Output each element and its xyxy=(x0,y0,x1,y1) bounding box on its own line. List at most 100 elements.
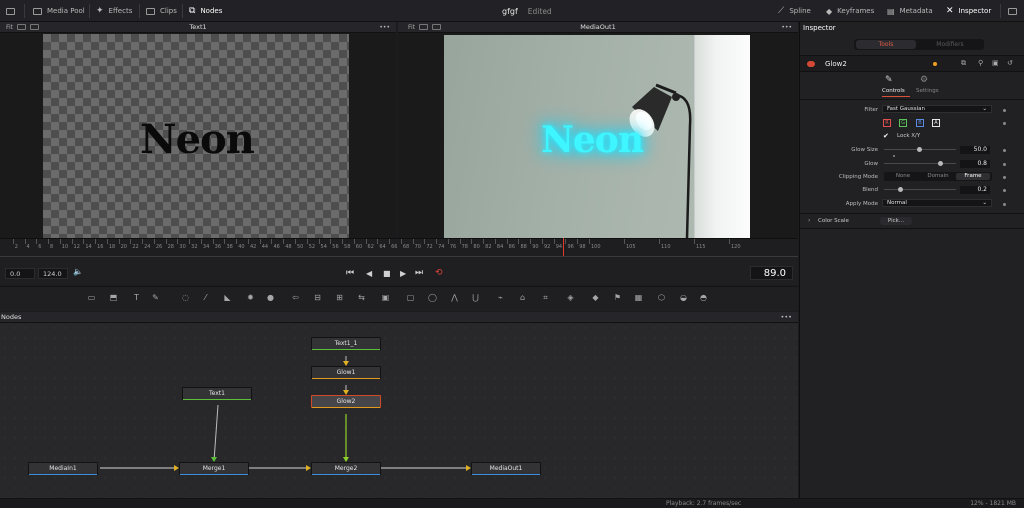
node-merge1[interactable]: Merge1 xyxy=(179,462,249,475)
keyframe-dot[interactable] xyxy=(1003,149,1006,152)
panel-toggle-button[interactable] xyxy=(6,0,15,22)
transform-icon[interactable]: ⇦ xyxy=(290,292,301,303)
resize-icon[interactable]: ⇆ xyxy=(356,292,367,303)
effects-button[interactable]: ✦ Effects xyxy=(96,0,132,22)
nodes-menu-icon[interactable]: ••• xyxy=(780,313,792,321)
clipping-frame-option[interactable]: Frame xyxy=(956,173,990,180)
color-scale-label[interactable]: Color Scale xyxy=(818,218,849,224)
clipping-domain-option[interactable]: Domain xyxy=(921,173,955,180)
polygon-mask-icon[interactable]: ⋀ xyxy=(449,292,460,303)
line-icon[interactable]: ⁄ xyxy=(200,292,211,303)
pick-button[interactable]: Pick... xyxy=(880,217,912,225)
node-text1[interactable]: Text1 xyxy=(182,387,252,400)
square-icon[interactable]: ▢ xyxy=(405,292,416,303)
crop-icon[interactable]: ⊞ xyxy=(334,292,345,303)
loop-icon[interactable]: ⟲ xyxy=(435,268,443,278)
fog-icon[interactable]: ◒ xyxy=(678,292,689,303)
image-icon[interactable]: ⬒ xyxy=(108,292,119,303)
lock-icon[interactable]: ▣ xyxy=(992,59,999,67)
current-frame-display[interactable]: 89.0 xyxy=(750,266,793,280)
end-frame-field[interactable]: 124.0 xyxy=(38,268,68,279)
left-viewer-fit-dropdown[interactable]: Fit xyxy=(6,24,13,31)
blend-value[interactable]: 0.2 xyxy=(960,186,990,194)
left-viewer-menu-icon[interactable]: ••• xyxy=(379,24,390,31)
pin-icon[interactable]: ⚲ xyxy=(978,59,983,67)
background-icon[interactable]: ▭ xyxy=(86,292,97,303)
keyframe-dot[interactable] xyxy=(1003,203,1006,206)
keyframe-dot[interactable] xyxy=(1003,122,1006,125)
grid-icon[interactable]: ⌗ xyxy=(540,292,551,303)
reset-icon[interactable]: ↺ xyxy=(1007,59,1013,67)
glow-knob[interactable] xyxy=(938,161,943,166)
spline-button[interactable]: ⟋ Spline xyxy=(778,0,811,22)
subtab-settings[interactable]: Settings xyxy=(916,88,939,94)
glow-slider[interactable] xyxy=(884,163,956,164)
viewer-option-icon[interactable] xyxy=(30,24,40,30)
node-glow2[interactable]: Glow2 xyxy=(311,395,381,408)
bitmap-icon[interactable]: ⌁ xyxy=(495,292,506,303)
inspector-button[interactable]: ✕ Inspector xyxy=(946,0,991,22)
text-icon[interactable]: T xyxy=(131,292,142,303)
node-text1-1[interactable]: Text1_1 xyxy=(311,337,381,350)
tab-modifiers[interactable]: Modifiers xyxy=(920,40,980,49)
paint-icon[interactable]: ✎ xyxy=(150,292,161,303)
viewer-option-icon[interactable] xyxy=(17,24,27,30)
clipping-none-option[interactable]: None xyxy=(886,173,920,180)
clips-button[interactable]: Clips xyxy=(146,0,177,22)
blend-knob[interactable] xyxy=(898,187,903,192)
media-pool-button[interactable]: Media Pool xyxy=(33,0,85,22)
fullscreen-button[interactable] xyxy=(1008,0,1017,22)
right-viewer-menu-icon[interactable]: ••• xyxy=(781,24,792,31)
3d-shape-icon[interactable]: ◈ xyxy=(565,292,576,303)
glow-value[interactable]: 0.8 xyxy=(960,160,990,168)
go-to-end-button[interactable]: ⏭ xyxy=(415,268,423,278)
node-toggle-icon[interactable] xyxy=(807,61,815,67)
nodes-button[interactable]: ⧉ Nodes xyxy=(189,0,222,22)
channel-b-toggle[interactable]: B xyxy=(916,119,924,127)
renderer-icon[interactable]: ▦ xyxy=(633,292,644,303)
ellipse-icon[interactable]: ◯ xyxy=(427,292,438,303)
keyframe-dot[interactable] xyxy=(1003,163,1006,166)
audio-icon[interactable]: 🔈 xyxy=(73,267,83,276)
circle-mask-icon[interactable]: ◌ xyxy=(180,292,191,303)
play-button[interactable]: ▶ xyxy=(400,269,406,278)
timeline-ruler[interactable]: 2 4 6 8 10 12 14 16 18 20 22 24 26 28 30 32 34 36 38 40 42 44… xyxy=(0,238,798,256)
3d-merge-icon[interactable]: ◆ xyxy=(590,292,601,303)
lock-xy-checkbox[interactable]: ✔ xyxy=(883,132,889,140)
camera-icon[interactable]: ⬡ xyxy=(656,292,667,303)
metadata-button[interactable]: ▤ Metadata xyxy=(887,0,933,22)
filter-dropdown[interactable]: Fast Gaussian ⌄ xyxy=(882,105,992,113)
viewer-option-icon[interactable] xyxy=(419,24,429,30)
channel-g-toggle[interactable]: G xyxy=(899,119,907,127)
merge-icon[interactable]: ⊟ xyxy=(312,292,323,303)
versions-icon[interactable]: ⧉ xyxy=(961,59,966,68)
channel-a-toggle[interactable]: A xyxy=(932,119,940,127)
apply-mode-dropdown[interactable]: Normal ⌄ xyxy=(882,199,992,207)
polygon-icon[interactable]: ◣ xyxy=(222,292,233,303)
chevron-right-icon[interactable]: › xyxy=(808,217,810,224)
play-reverse-button[interactable]: ◀ xyxy=(366,269,372,278)
shader-icon[interactable]: ◓ xyxy=(698,292,709,303)
right-viewer-fit-dropdown[interactable]: Fit xyxy=(408,24,415,31)
light-icon[interactable]: ⚑ xyxy=(612,292,623,303)
subtab-controls[interactable]: Controls xyxy=(882,88,905,94)
node-merge2[interactable]: Merge2 xyxy=(311,462,381,475)
keyframe-dot[interactable] xyxy=(1003,109,1006,112)
bspline-icon[interactable]: ⋃ xyxy=(470,292,481,303)
stop-button[interactable]: ■ xyxy=(383,269,391,278)
node-mediain1[interactable]: MediaIn1 xyxy=(28,462,98,475)
tracker-icon[interactable]: ⌂ xyxy=(517,292,528,303)
particles-icon[interactable]: ✹ xyxy=(245,292,256,303)
viewer-option-icon[interactable] xyxy=(432,24,442,30)
blend-slider[interactable] xyxy=(884,189,956,190)
keyframe-dot[interactable] xyxy=(1003,189,1006,192)
playhead[interactable] xyxy=(563,238,564,256)
keyframes-button[interactable]: ◆ Keyframes xyxy=(826,0,874,22)
node-glow1[interactable]: Glow1 xyxy=(311,366,381,379)
rectangle-mask-icon[interactable]: ▣ xyxy=(380,292,391,303)
keyframe-dot[interactable] xyxy=(1003,176,1006,179)
glow-size-knob[interactable] xyxy=(917,147,922,152)
drop-icon[interactable]: ● xyxy=(265,292,276,303)
node-mediaout1[interactable]: MediaOut1 xyxy=(471,462,541,475)
go-to-start-button[interactable]: ⏮ xyxy=(346,268,354,278)
